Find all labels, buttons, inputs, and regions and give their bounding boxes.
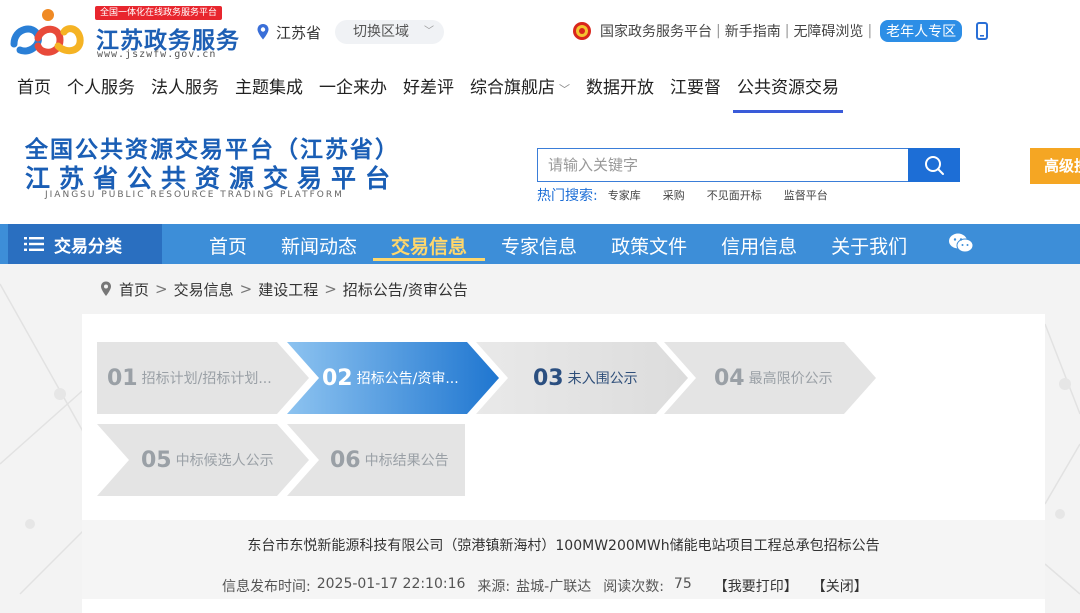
- close-button[interactable]: 【关闭】: [812, 576, 868, 596]
- top-links: 国家政务服务平台 | 新手指南 | 无障碍浏览 | 老年人专区: [572, 18, 989, 44]
- step-label: 中标结果公告: [364, 453, 449, 469]
- channel-nav: 交易分类 首页 新闻动态 交易信息 专家信息 政策文件 信用信息 关于我们: [0, 224, 1080, 264]
- divider: |: [716, 23, 721, 39]
- hot-search: 热门搜索: 专家库 采购 不见面开标 监督平台: [537, 185, 850, 205]
- hot-search-label: 热门搜索:: [537, 188, 598, 204]
- main-nav-corporate[interactable]: 法人服务: [151, 66, 219, 113]
- channel-policy[interactable]: 政策文件: [611, 224, 687, 264]
- divider: |: [867, 23, 873, 39]
- search-icon: [925, 156, 944, 175]
- chevron-down-icon: ﹀: [424, 26, 434, 37]
- process-step-05[interactable]: 05 中标候选人公示: [97, 424, 309, 496]
- main-nav-supervision[interactable]: 江要督: [670, 66, 721, 113]
- elder-zone-link[interactable]: 老年人专区: [880, 20, 963, 42]
- step-number: 03: [533, 365, 564, 391]
- menu-list-icon: [24, 237, 44, 251]
- top-header: 全国一体化在线政务服务平台 江苏政务服务 www.jszwfw.gov.cn 江…: [0, 0, 1080, 66]
- channel-about[interactable]: 关于我们: [831, 224, 907, 264]
- breadcrumb-current[interactable]: 招标公告/资审公告: [343, 279, 468, 300]
- search-input[interactable]: [538, 149, 909, 181]
- publish-time-label: 信息发布时间:: [222, 579, 311, 595]
- source-label: 来源:: [477, 579, 511, 595]
- channel-news[interactable]: 新闻动态: [281, 224, 357, 264]
- breadcrumb-trade-info[interactable]: 交易信息: [174, 279, 234, 300]
- main-nav-flagship[interactable]: 综合旗舰店 ﹀: [470, 66, 570, 113]
- divider: |: [784, 23, 790, 39]
- channel-expert-info[interactable]: 专家信息: [501, 224, 577, 264]
- national-platform-link[interactable]: 国家政务服务平台: [600, 21, 712, 41]
- step-number: 05: [141, 447, 172, 473]
- article-meta: 信息发布时间: 2025-01-17 22:10:16 来源: 盐城-广联达 阅…: [222, 576, 868, 596]
- hot-tag-expert-library[interactable]: 专家库: [608, 187, 641, 203]
- guide-link[interactable]: 新手指南: [725, 21, 781, 41]
- region-name: 江苏省: [276, 23, 322, 42]
- breadcrumb-separator: >: [324, 280, 337, 298]
- channel-trade-info[interactable]: 交易信息: [373, 224, 486, 264]
- step-label: 未入围公示: [567, 371, 638, 387]
- search-button[interactable]: [908, 148, 960, 182]
- process-step-03[interactable]: 03 未入围公示: [476, 342, 688, 414]
- channel-credit[interactable]: 信用信息: [721, 224, 797, 264]
- views-value: 75: [673, 576, 692, 592]
- hot-tag-supervision-platform[interactable]: 监督平台: [784, 187, 828, 203]
- article-title: 东台市东悦新能源科技有限公司（弶港镇新海村）100MW200MWh储能电站项目工…: [247, 538, 880, 554]
- process-step-02[interactable]: 02 招标公告/资审...: [287, 342, 499, 414]
- main-nav-home[interactable]: 首页: [17, 66, 51, 113]
- article-info-panel: 东台市东悦新能源科技有限公司（弶港镇新海村）100MW200MWh储能电站项目工…: [82, 520, 1045, 599]
- breadcrumb: 首页 > 交易信息 > 建设工程 > 招标公告/资审公告: [100, 279, 468, 299]
- step-number: 04: [714, 365, 745, 391]
- wechat-icon[interactable]: [948, 232, 974, 254]
- step-label: 招标计划/招标计划...: [141, 371, 272, 387]
- step-label: 中标候选人公示: [175, 453, 274, 469]
- hot-tag-procurement[interactable]: 采购: [663, 187, 685, 203]
- step-label: 招标公告/资审...: [356, 371, 459, 387]
- trade-category-button[interactable]: 交易分类: [8, 224, 162, 264]
- step-number: 01: [107, 365, 138, 391]
- chevron-down-icon: ﹀: [559, 83, 570, 96]
- main-nav-personal[interactable]: 个人服务: [67, 66, 135, 113]
- national-emblem-icon: [573, 22, 591, 40]
- main-nav: 首页 个人服务 法人服务 主题集成 一企来办 好差评 综合旗舰店 ﹀ 数据开放 江…: [0, 66, 1080, 114]
- search-box: [537, 148, 909, 182]
- breadcrumb-separator: >: [155, 280, 168, 298]
- channel-home[interactable]: 首页: [209, 224, 247, 264]
- advanced-search-button[interactable]: 高级搜: [1030, 148, 1080, 184]
- step-number: 02: [322, 365, 353, 391]
- print-button[interactable]: 【我要打印】: [714, 576, 798, 596]
- main-nav-rating[interactable]: 好差评: [403, 66, 454, 113]
- step-label: 最高限价公示: [748, 371, 833, 387]
- main-nav-open-data[interactable]: 数据开放: [586, 66, 654, 113]
- location-pin-icon: [257, 24, 269, 40]
- main-nav-one-enterprise[interactable]: 一企来办: [319, 66, 387, 113]
- jiangsu-logo-icon[interactable]: [8, 6, 86, 62]
- accessible-browse-link[interactable]: 无障碍浏览: [793, 21, 863, 41]
- logo-url: www.jszwfw.gov.cn: [97, 49, 217, 60]
- main-nav-flagship-label: 综合旗舰店: [470, 78, 555, 98]
- current-region: 江苏省: [256, 21, 321, 43]
- source-value: 盐城-广联达: [516, 579, 592, 595]
- breadcrumb-separator: >: [239, 280, 253, 298]
- main-nav-public-resource[interactable]: 公共资源交易: [733, 66, 843, 113]
- process-step-06[interactable]: 06 中标结果公告: [287, 424, 465, 496]
- trade-category-label: 交易分类: [54, 236, 122, 257]
- logo-slogan: 全国一体化在线政务服务平台: [95, 6, 223, 20]
- location-pin-icon: [101, 281, 111, 296]
- views-label: 阅读次数:: [603, 579, 664, 595]
- process-step-01[interactable]: 01 招标计划/招标计划...: [97, 342, 309, 414]
- publish-time-value: 2025-01-17 22:10:16: [316, 576, 466, 592]
- main-nav-topics[interactable]: 主题集成: [235, 66, 303, 113]
- platform-banner: 全国公共资源交易平台（江苏省） 江苏省公共资源交易平台 JIANGSU PUBL…: [0, 114, 1080, 224]
- switch-region-button[interactable]: 切换区域 ﹀: [335, 20, 444, 44]
- mobile-phone-icon[interactable]: [976, 22, 989, 40]
- banner-title-english: JIANGSU PUBLIC RESOURCE TRADING PLATFORM: [45, 190, 344, 200]
- switch-region-label: 切换区域: [353, 24, 409, 40]
- step-number: 06: [330, 447, 361, 473]
- channel-items: 首页 新闻动态 交易信息 专家信息 政策文件 信用信息 关于我们: [192, 224, 924, 264]
- breadcrumb-construction[interactable]: 建设工程: [258, 279, 318, 300]
- process-step-04[interactable]: 04 最高限价公示: [664, 342, 876, 414]
- breadcrumb-home[interactable]: 首页: [119, 279, 149, 300]
- hot-tag-remote-bid-opening[interactable]: 不见面开标: [707, 187, 762, 203]
